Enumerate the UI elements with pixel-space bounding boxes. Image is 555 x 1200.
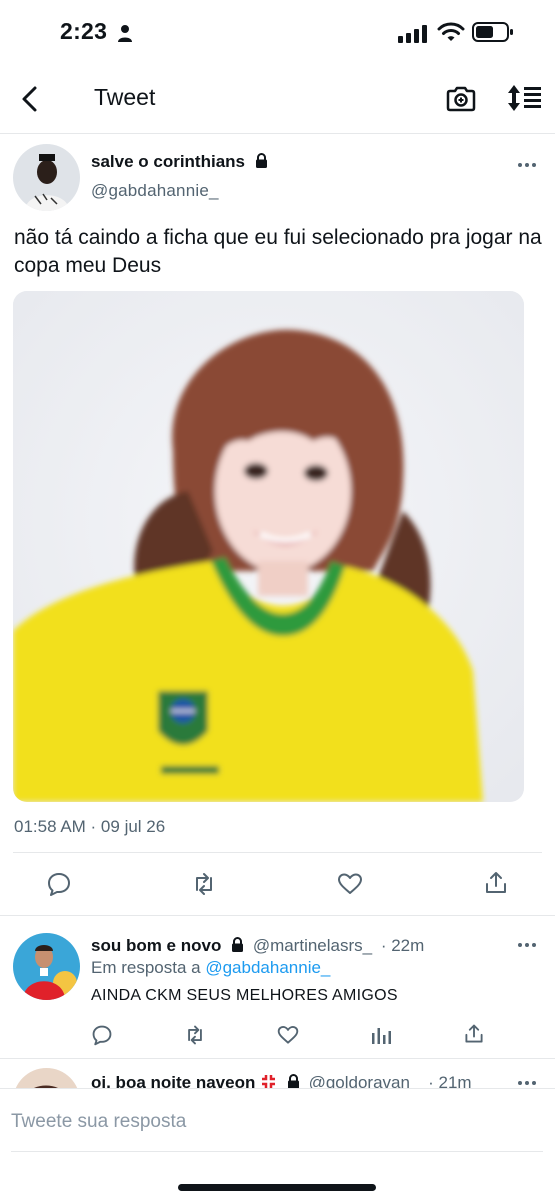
signal-icon <box>398 25 427 43</box>
next-reply[interactable]: oi, boa noite naveon @goldoravan_ · 21m <box>0 1060 555 1088</box>
reply-author-avatar[interactable] <box>13 933 80 1000</box>
reply-time: · 22m <box>380 936 425 955</box>
share-icon[interactable] <box>483 870 509 896</box>
sort-icon[interactable] <box>506 83 542 113</box>
tweet-image[interactable] <box>13 291 524 802</box>
photo-girl-in-jersey <box>13 291 524 802</box>
status-bar: 2:23 <box>0 0 555 66</box>
next-reply-author-name: oi, boa noite naveon <box>91 1073 256 1088</box>
more-options-icon[interactable] <box>517 942 537 948</box>
author-name-row[interactable]: salve o corinthians <box>91 152 268 172</box>
reply-context: Em resposta a @gabdahannie_ <box>91 958 330 978</box>
tweet-timestamp: 01:58 AM · 09 jul 26 <box>14 817 166 836</box>
reply-author-name: sou bom e novo <box>91 936 222 955</box>
avatar-picture <box>13 933 80 1000</box>
reply-author-row[interactable]: sou bom e novo @martinelasrs_ · 22m <box>91 936 424 956</box>
anger-emoji-icon <box>262 1075 276 1088</box>
nav-header: Tweet <box>0 66 555 134</box>
lock-icon <box>255 153 267 168</box>
status-time: 2:23 <box>60 18 108 44</box>
divider <box>0 915 555 916</box>
retweet-icon[interactable] <box>191 871 217 897</box>
next-reply-avatar[interactable] <box>13 1068 80 1088</box>
next-reply-author-row[interactable]: oi, boa noite naveon @goldoravan_ · 21m <box>91 1073 472 1088</box>
wifi-icon <box>437 22 465 41</box>
analytics-icon[interactable] <box>370 1024 392 1046</box>
divider <box>0 1058 555 1059</box>
next-reply-time: · 21m <box>428 1073 472 1088</box>
avatar-picture <box>13 1068 80 1088</box>
reply-icon[interactable] <box>91 1024 113 1046</box>
divider <box>13 852 542 853</box>
lock-icon <box>232 937 244 952</box>
next-reply-handle: @goldoravan_ <box>308 1073 420 1088</box>
reply-prefix: Em resposta a <box>91 958 201 977</box>
page-title: Tweet <box>94 84 156 110</box>
avatar-picture <box>13 144 80 211</box>
author-avatar[interactable] <box>13 144 80 211</box>
tweet-text: não tá caindo a ficha que eu fui selecio… <box>14 226 542 277</box>
lock-icon <box>287 1074 299 1088</box>
reply-text: AINDA CKM SEUS MELHORES AMIGOS <box>91 987 398 1004</box>
home-indicator[interactable] <box>178 1184 376 1191</box>
author-name: salve o corinthians <box>91 152 245 171</box>
more-options-icon[interactable] <box>517 162 537 168</box>
divider <box>11 1151 543 1152</box>
author-handle[interactable]: @gabdahannie_ <box>91 181 219 201</box>
reply-author-handle: @martinelasrs_ <box>252 936 373 955</box>
more-options-icon[interactable] <box>517 1080 537 1086</box>
reply-to-handle-link[interactable]: @gabdahannie_ <box>205 958 330 977</box>
reply-input[interactable] <box>11 1107 531 1137</box>
retweet-icon[interactable] <box>184 1024 206 1046</box>
compose-bar <box>0 1088 555 1200</box>
share-icon[interactable] <box>463 1023 485 1045</box>
camera-icon[interactable] <box>445 83 477 115</box>
reply-icon[interactable] <box>46 871 72 897</box>
like-heart-icon[interactable] <box>277 1024 299 1046</box>
like-heart-icon[interactable] <box>337 871 363 897</box>
battery-icon <box>472 22 513 42</box>
back-arrow-icon[interactable] <box>16 82 44 116</box>
person-icon <box>118 25 132 42</box>
